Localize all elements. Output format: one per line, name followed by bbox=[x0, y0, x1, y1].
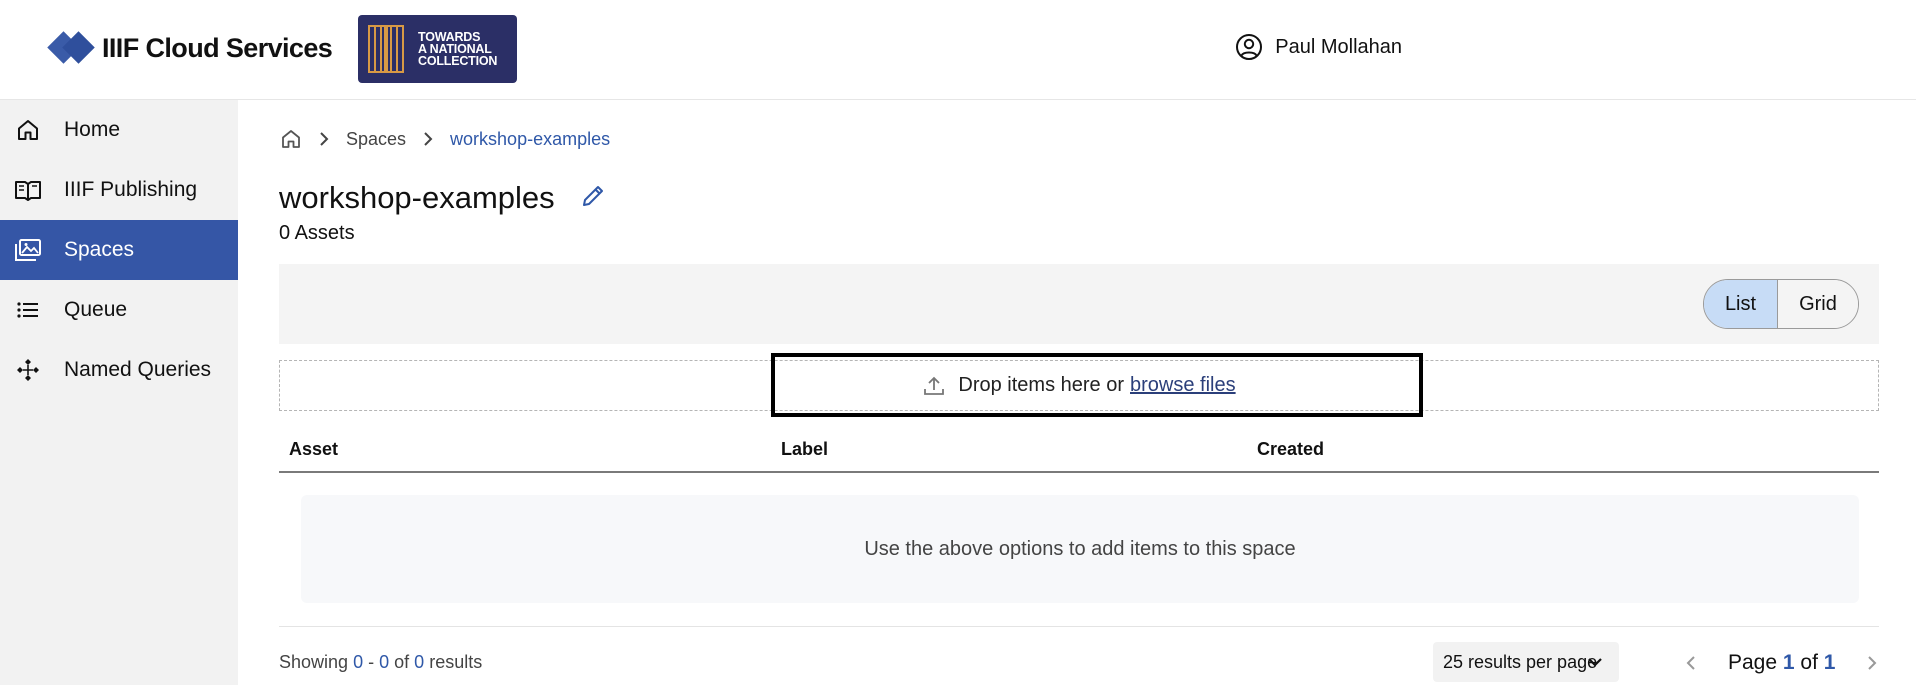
previous-page-button[interactable] bbox=[1678, 650, 1704, 676]
divider bbox=[279, 626, 1879, 627]
sidebar-item-label: Queue bbox=[64, 298, 128, 321]
user-name: Paul Mollahan bbox=[1275, 35, 1402, 58]
column-header-asset[interactable]: Asset bbox=[289, 439, 338, 460]
edit-title-button[interactable] bbox=[578, 180, 608, 212]
sidebar-item-label: Spaces bbox=[64, 238, 135, 261]
main-content: Spaces workshop-examples workshop-exampl… bbox=[238, 100, 1916, 685]
empty-state-message: Use the above options to add items to th… bbox=[301, 495, 1859, 603]
book-icon bbox=[14, 176, 42, 204]
partner-logo: TOWARDS A NATIONAL COLLECTION bbox=[358, 15, 517, 83]
list-icon bbox=[14, 296, 42, 324]
page-title: workshop-examples bbox=[279, 180, 555, 215]
grid-view-button[interactable]: Grid bbox=[1778, 280, 1858, 328]
upload-icon bbox=[924, 376, 945, 395]
user-menu[interactable]: Paul Mollahan bbox=[1235, 33, 1402, 61]
page-indicator: Page 1 of 1 bbox=[1728, 651, 1835, 675]
page-label: Page bbox=[1728, 651, 1778, 674]
of-label: of bbox=[394, 652, 410, 672]
range-dash: - bbox=[368, 652, 375, 672]
chevron-right-icon bbox=[424, 132, 433, 146]
sidebar-item-spaces[interactable]: Spaces bbox=[0, 220, 238, 280]
sidebar-item-label: IIIF Publishing bbox=[64, 178, 198, 201]
sidebar-item-home[interactable]: Home bbox=[0, 100, 238, 160]
frames-icon bbox=[368, 25, 410, 73]
results-label: results bbox=[429, 652, 483, 672]
column-header-label[interactable]: Label bbox=[781, 439, 828, 460]
images-icon bbox=[14, 236, 42, 264]
chevron-right-icon bbox=[320, 132, 329, 146]
chevron-right-icon bbox=[1868, 656, 1877, 670]
user-circle-icon bbox=[1236, 34, 1263, 60]
dropzone-text: Drop items here or bbox=[958, 374, 1124, 396]
sidebar-item-label: Named Queries bbox=[64, 358, 212, 381]
column-header-created[interactable]: Created bbox=[1257, 439, 1324, 460]
app-header: IIIF Cloud Services TOWARDS A NATIONAL C… bbox=[0, 0, 1916, 100]
results-total: 0 bbox=[414, 652, 425, 672]
brand-logo-icon bbox=[47, 28, 95, 68]
breadcrumb-home-icon[interactable] bbox=[280, 128, 302, 150]
results-per-page-select[interactable]: 25 results per page bbox=[1433, 642, 1619, 682]
range-start: 0 bbox=[353, 652, 364, 672]
file-dropzone[interactable]: Drop items here or browse files bbox=[279, 360, 1879, 411]
table-header: Asset Label Created bbox=[279, 430, 1879, 473]
range-end: 0 bbox=[379, 652, 390, 672]
brand-name: IIIF Cloud Services bbox=[102, 32, 333, 63]
partner-logo-line3: COLLECTION bbox=[418, 54, 498, 68]
breadcrumb-current: workshop-examples bbox=[450, 128, 611, 149]
sidebar-item-iiif-publishing[interactable]: IIIF Publishing bbox=[0, 160, 238, 220]
chevron-left-icon bbox=[1686, 656, 1695, 670]
per-page-value: 25 results per page bbox=[1443, 651, 1598, 672]
view-toolbar: List Grid bbox=[279, 264, 1879, 344]
showing-label: Showing bbox=[279, 652, 349, 672]
asset-count: 0 Assets bbox=[279, 222, 355, 244]
breadcrumb-spaces[interactable]: Spaces bbox=[346, 129, 406, 150]
current-page: 1 bbox=[1782, 651, 1795, 674]
next-page-button[interactable] bbox=[1859, 650, 1885, 676]
total-pages: 1 bbox=[1823, 651, 1836, 674]
sidebar-item-queue[interactable]: Queue bbox=[0, 280, 238, 340]
network-icon bbox=[14, 356, 42, 384]
pencil-icon bbox=[583, 186, 603, 206]
sidebar-item-label: Home bbox=[64, 118, 121, 141]
page-of-label: of bbox=[1800, 651, 1818, 674]
browse-files-link[interactable]: browse files bbox=[1130, 374, 1236, 397]
pagination: Page 1 of 1 bbox=[1678, 648, 1885, 678]
chevron-down-icon bbox=[1588, 658, 1602, 667]
sidebar: Home IIIF Publishing Spaces Queue Named … bbox=[0, 100, 238, 685]
view-toggle: List Grid bbox=[1703, 279, 1859, 329]
home-icon bbox=[14, 116, 42, 144]
brand[interactable]: IIIF Cloud Services bbox=[47, 28, 333, 68]
list-view-button[interactable]: List bbox=[1704, 280, 1778, 328]
results-summary: Showing 0 - 0 of 0 results bbox=[279, 652, 482, 673]
breadcrumb: Spaces workshop-examples bbox=[280, 128, 610, 150]
sidebar-item-named-queries[interactable]: Named Queries bbox=[0, 340, 238, 400]
